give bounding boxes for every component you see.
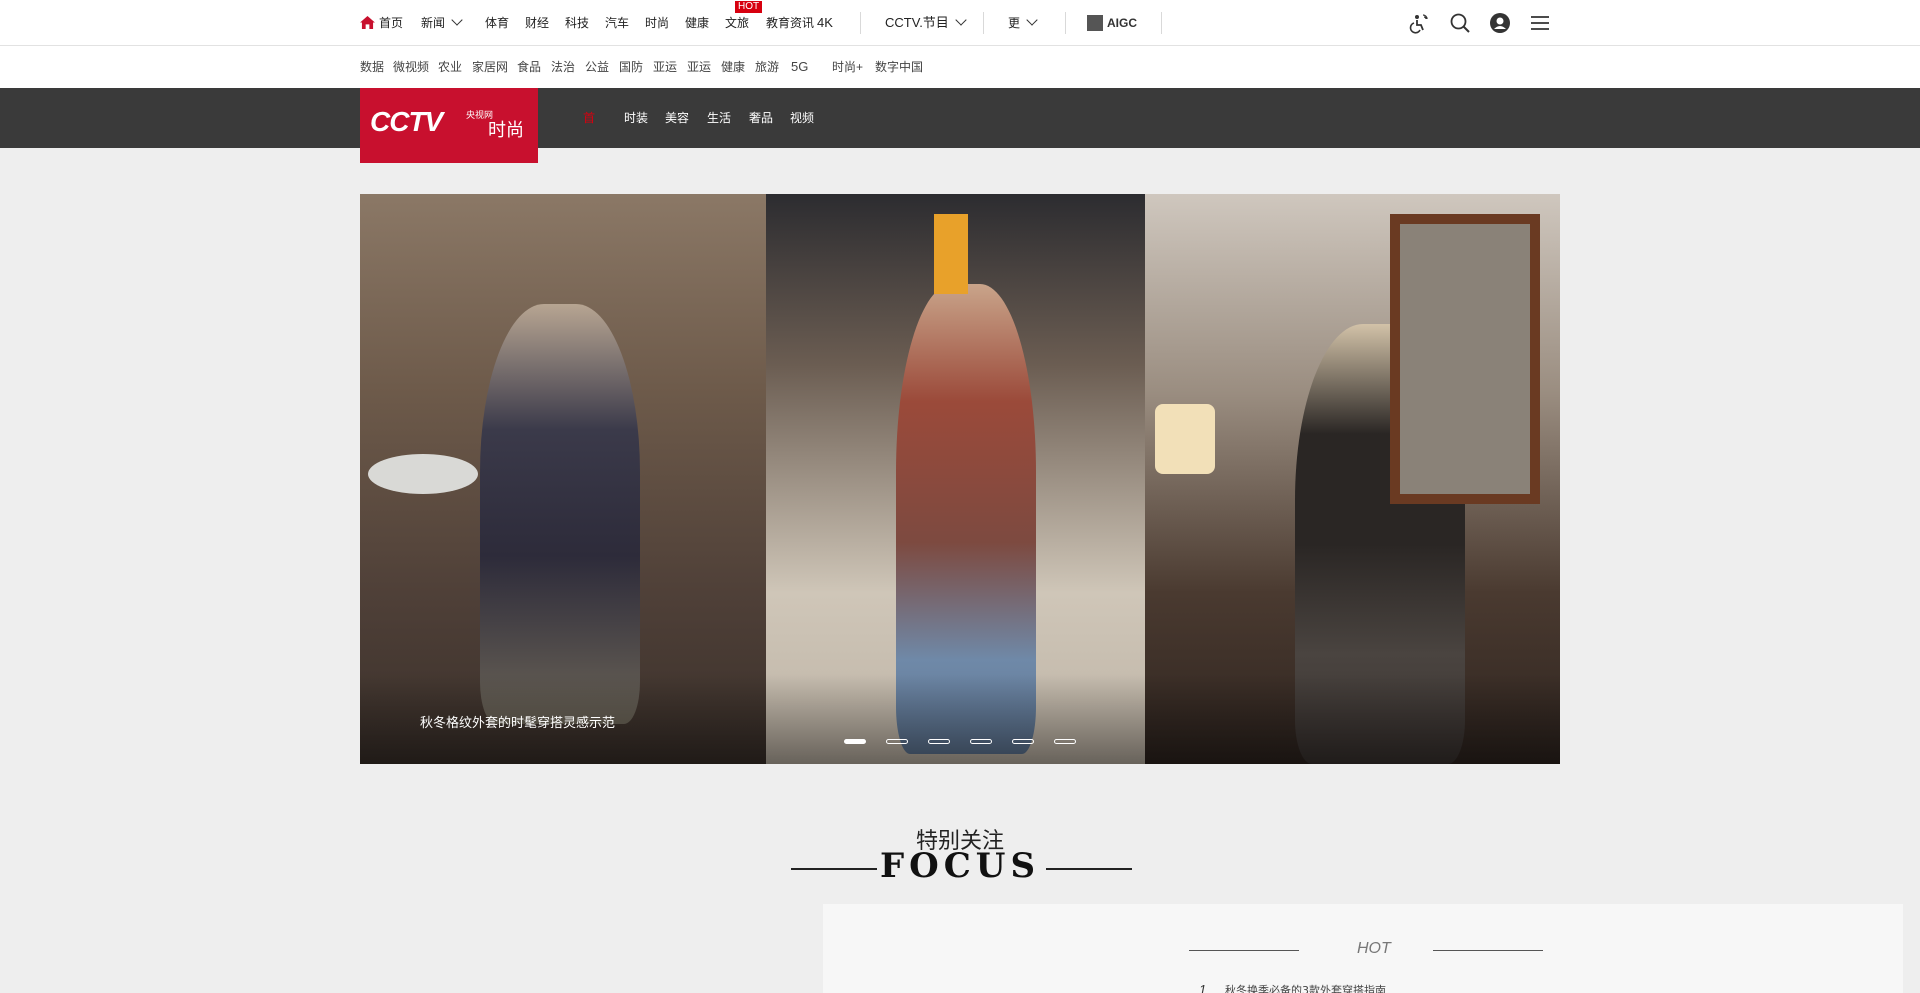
nav-health[interactable]: 健康 [685, 0, 709, 46]
nav-sports[interactable]: 体育 [485, 0, 509, 46]
carousel-caption[interactable]: 秋冬格纹外套的时髦穿搭灵感示范 [420, 712, 615, 731]
subnav-item[interactable]: 时尚+ [832, 46, 863, 88]
hot-badge: HOT [735, 1, 763, 13]
logo-mark: CCTV [370, 106, 443, 137]
channel-item[interactable]: 生活 [707, 88, 731, 148]
nav-more[interactable]: 更 [1008, 0, 1038, 46]
hot-rule-left [1189, 950, 1299, 951]
subnav-item[interactable]: 公益 [585, 46, 609, 88]
nav-tech[interactable]: 科技 [565, 0, 589, 46]
focus-title-en: FOCUS [879, 846, 1041, 886]
carousel-dot[interactable] [886, 739, 908, 744]
aigc-logo[interactable]: AIGC [1087, 14, 1137, 32]
home-icon [360, 16, 375, 29]
subnav-item[interactable]: 数字中国 [875, 46, 923, 88]
hot-item-link[interactable]: 秋冬换季必备的3款外套穿搭指南 [1225, 982, 1386, 993]
top-nav: 首页 新闻 体育 财经 科技 汽车 时尚 健康 HOT 文旅 教育资讯 4K C… [0, 0, 1920, 46]
nav-news-label: 新闻 [421, 16, 446, 30]
focus-rule-right [1046, 868, 1132, 870]
nav-fashion[interactable]: 时尚 [645, 0, 669, 46]
hot-rank: 1 [1199, 982, 1207, 993]
hot-rule-right [1433, 950, 1543, 951]
nav-finance[interactable]: 财经 [525, 0, 549, 46]
logo-name: 时尚 [488, 120, 524, 141]
chevron-down-icon [451, 14, 463, 26]
subnav-item[interactable]: 农业 [438, 46, 462, 88]
menu-icon[interactable] [1529, 12, 1551, 34]
nav-news[interactable]: 新闻 [421, 0, 463, 46]
nav-travel[interactable]: HOT 文旅 [725, 0, 763, 46]
nav-cctv-programs[interactable]: CCTV.节目 [885, 0, 967, 46]
nav-4k[interactable]: 4K [817, 0, 833, 46]
chevron-down-icon [1026, 14, 1038, 26]
sub-nav: 数据 微视频 农业 家居网 食品 法治 公益 国防 亚运 亚运 健康 旅游 5G… [0, 46, 1920, 88]
subnav-item[interactable]: 法治 [551, 46, 575, 88]
channel-item[interactable]: 美容 [665, 88, 689, 148]
nav-home[interactable]: 首页 [360, 0, 403, 46]
nav-home-label: 首页 [379, 16, 404, 30]
nav-divider [983, 12, 984, 34]
search-icon[interactable] [1449, 12, 1471, 34]
subnav-item[interactable]: 食品 [517, 46, 541, 88]
carousel-dot[interactable] [1012, 739, 1034, 744]
carousel-dot[interactable] [970, 739, 992, 744]
subnav-item[interactable]: 健康 [721, 46, 745, 88]
top-nav-inner: 首页 新闻 体育 财经 科技 汽车 时尚 健康 HOT 文旅 教育资讯 4K C… [360, 0, 1560, 46]
carousel-dot[interactable] [928, 739, 950, 744]
user-icon[interactable] [1489, 12, 1511, 34]
carousel-dot[interactable] [844, 739, 866, 744]
aigc-icon [1087, 15, 1103, 31]
model-figure [480, 304, 640, 724]
channel-item[interactable]: 奢品 [749, 88, 773, 148]
subnav-item[interactable]: 亚运 [687, 46, 711, 88]
accessibility-icon[interactable] [1408, 12, 1430, 34]
hot-title: HOT [1357, 940, 1391, 957]
channel-bar [0, 88, 1920, 148]
mirror [1390, 214, 1540, 504]
subnav-item[interactable]: 家居网 [472, 46, 508, 88]
site-logo[interactable]: CCTV 央视网 时尚 [360, 88, 538, 163]
aigc-label: AIGC [1107, 16, 1137, 30]
channel-item[interactable]: 时装 [624, 88, 648, 148]
cafe-table [368, 454, 478, 494]
channel-item[interactable]: 视频 [790, 88, 814, 148]
hot-panel: HOT 1 秋冬换季必备的3款外套穿搭指南 [823, 904, 1903, 993]
chevron-down-icon [955, 14, 967, 26]
carousel-dot[interactable] [1054, 739, 1076, 744]
nav-education[interactable]: 教育资讯 [766, 0, 814, 46]
lamp [1155, 404, 1215, 474]
nav-divider [1065, 12, 1066, 34]
nav-cctv-label: CCTV.节目 [885, 15, 949, 30]
nav-auto[interactable]: 汽车 [605, 0, 629, 46]
shop-sign [934, 214, 968, 294]
carousel-dots [844, 739, 1076, 744]
subnav-item[interactable]: 5G [791, 46, 808, 88]
channel-home[interactable]: 首 [583, 88, 595, 148]
nav-divider [1161, 12, 1162, 34]
subnav-item[interactable]: 数据 [360, 46, 384, 88]
hero-carousel[interactable]: 秋冬格纹外套的时髦穿搭灵感示范 [360, 194, 1560, 764]
nav-more-label: 更 [1008, 16, 1021, 30]
subnav-item[interactable]: 微视频 [393, 46, 429, 88]
subnav-item[interactable]: 旅游 [755, 46, 779, 88]
nav-divider [860, 12, 861, 34]
subnav-item[interactable]: 国防 [619, 46, 643, 88]
subnav-item[interactable]: 亚运 [653, 46, 677, 88]
nav-travel-label: 文旅 [725, 16, 750, 30]
